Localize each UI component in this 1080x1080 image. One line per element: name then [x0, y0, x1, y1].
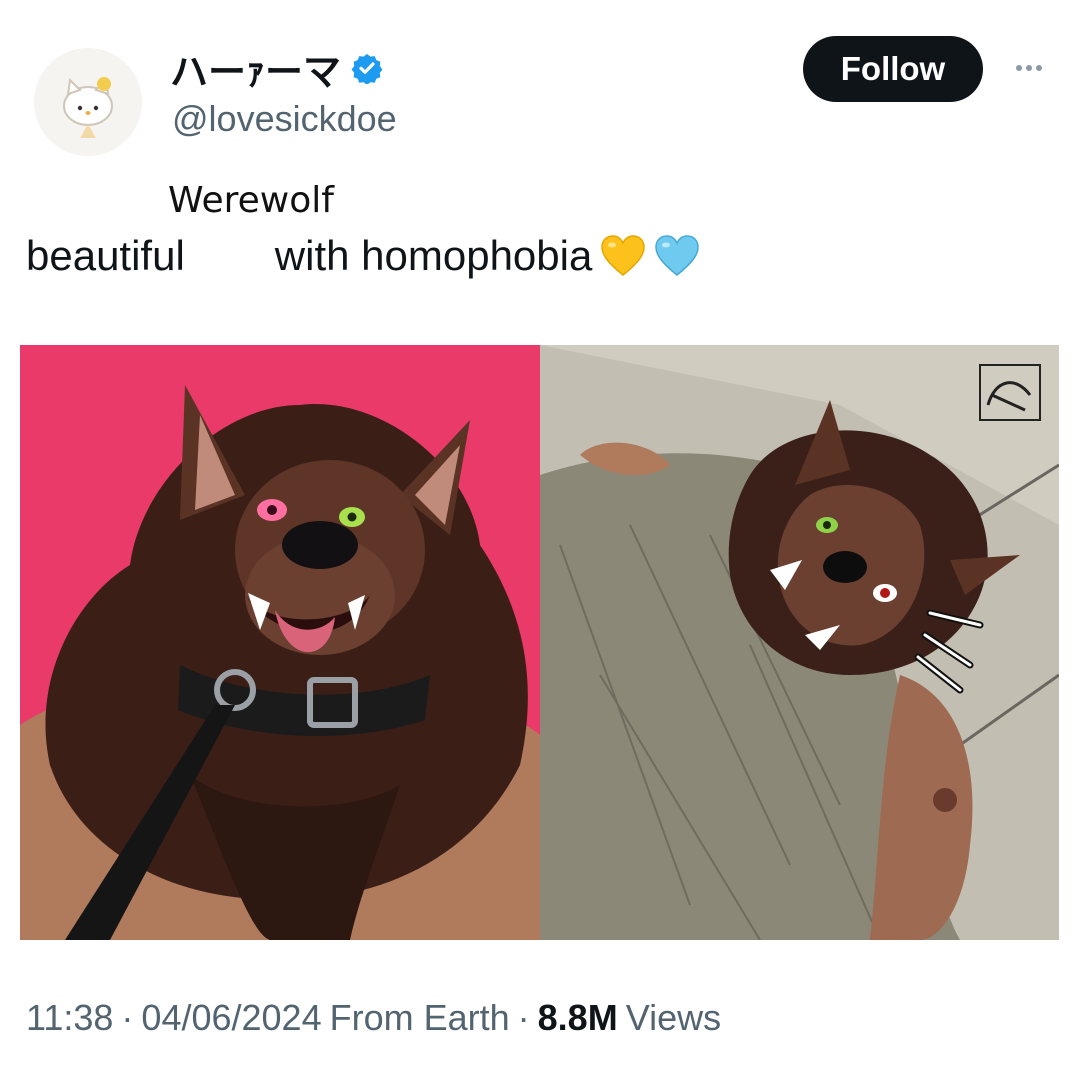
meta-separator: · — [517, 997, 530, 1038]
media-image-left[interactable] — [20, 345, 540, 940]
tweet-text: beautiful with homophobia — [26, 226, 700, 286]
verified-badge-icon — [351, 54, 383, 84]
tweet-text-before: beautiful — [26, 232, 185, 279]
views-label: Views — [625, 997, 722, 1038]
display-name[interactable]: ハーｧーマ — [170, 41, 341, 96]
more-dots-icon[interactable] — [1006, 50, 1052, 86]
tweet-source: From Earth — [329, 997, 510, 1038]
tweet-date[interactable]: 04/06/2024 — [141, 997, 321, 1039]
follow-button[interactable]: Follow — [803, 36, 983, 102]
overlay-caption: Werewolf — [168, 180, 334, 221]
light-blue-heart-icon — [655, 235, 700, 276]
hello-kitty-avatar-icon — [63, 77, 113, 138]
avatar[interactable] — [34, 48, 142, 156]
media-grid[interactable] — [20, 345, 1059, 940]
tweet-meta: 11:38 · 04/06/2024 From Earth · 8.8M Vie… — [26, 990, 721, 1046]
werewolf-blanket-illustration — [540, 345, 1059, 940]
meta-separator: · — [121, 997, 134, 1038]
user-handle[interactable]: @lovesickdoe — [172, 98, 397, 140]
views-count[interactable]: 8.8M — [538, 997, 618, 1039]
tweet-time[interactable]: 11:38 — [26, 997, 113, 1039]
media-image-right[interactable] — [540, 345, 1059, 940]
werewolf-collar-illustration — [20, 345, 540, 940]
tweet-text-after: with homophobia — [274, 232, 593, 279]
display-name-row[interactable]: ハーｧーマ — [170, 44, 383, 94]
yellow-heart-icon — [601, 235, 646, 276]
